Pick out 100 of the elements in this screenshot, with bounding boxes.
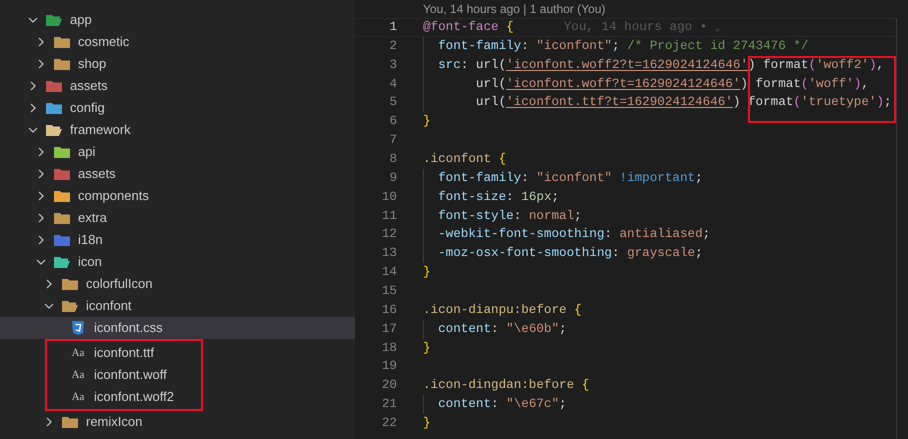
chevron-down-icon[interactable] (44, 301, 54, 311)
code-token: : (521, 170, 530, 187)
chevron-right-icon[interactable] (44, 279, 54, 289)
code-token: ( (800, 76, 808, 93)
code-token: ; (612, 38, 621, 55)
code-token: ; (559, 320, 567, 338)
line-number: 22 (380, 415, 397, 432)
tree-item[interactable]: Aa iconfont.ttf (47, 342, 201, 364)
tree-item-label: cosmetic (78, 33, 130, 52)
line-number: 20 (380, 377, 397, 394)
line-number: 7 (388, 132, 397, 150)
inline-blame: You, 14 hours ago • 。 (564, 18, 728, 36)
tree-item[interactable]: iconfont (0, 295, 355, 317)
code-token: : (604, 226, 613, 244)
font-file-icon: Aa (72, 370, 84, 380)
tree-item-label: iconfont.woff (94, 366, 167, 384)
code-token: { (505, 18, 514, 36)
code-token: , (876, 56, 884, 74)
code-token: "\e67c" (506, 396, 560, 414)
tree-item-label: i18n (78, 231, 103, 250)
code-token: font-size (438, 188, 506, 206)
line-number: 13 (380, 245, 397, 262)
code-token: ) (854, 76, 862, 93)
tree-item[interactable]: Aa iconfont.woff (47, 364, 201, 386)
chevron-down-icon[interactable] (36, 257, 46, 267)
code-token: } (423, 340, 431, 357)
tree-item-label: assets (70, 77, 108, 96)
line-number: 18 (380, 340, 397, 357)
code-token: : (491, 320, 500, 338)
tree-item-label: extra (78, 209, 107, 228)
chevron-down-icon[interactable] (28, 125, 38, 135)
line-number: 14 (380, 264, 397, 282)
chevron-right-icon[interactable] (44, 417, 54, 427)
tree-item[interactable]: remixIcon (0, 411, 355, 433)
chevron-right-icon[interactable] (36, 147, 46, 157)
chevron-right-icon[interactable] (36, 37, 46, 47)
tree-item-label: framework (70, 121, 131, 140)
code-token: content (438, 320, 492, 338)
line-number: 16 (380, 302, 397, 319)
tree-item[interactable]: assets (0, 163, 355, 185)
code-token: ( (808, 56, 816, 74)
line-number: 17 (380, 320, 397, 338)
tree-item[interactable]: cosmetic (0, 31, 355, 53)
code-token: ; (884, 94, 892, 112)
tree-item-label: iconfont.woff2 (94, 388, 174, 406)
code-token: @font-face (423, 18, 499, 36)
tree-item[interactable]: api (0, 141, 355, 163)
code-token: "iconfont" (536, 38, 612, 55)
line-number: 19 (380, 358, 397, 376)
code-token: 'iconfont.woff?t=1629024124646' (506, 76, 740, 93)
tree-item[interactable]: extra (0, 207, 355, 229)
code-token: -moz-osx-font-smoothing (438, 245, 612, 262)
code-token: src (438, 56, 461, 74)
tree-item[interactable]: assets (0, 75, 355, 97)
tree-item-label: iconfont (86, 297, 132, 316)
code-token: url( (476, 94, 506, 112)
line-number: 11 (380, 208, 397, 225)
line-number: 8 (388, 151, 397, 168)
code-token: ) (876, 94, 884, 112)
chevron-right-icon[interactable] (36, 235, 46, 245)
tree-item-label: config (70, 99, 105, 118)
code-token: url( (476, 76, 506, 93)
tree-item[interactable]: i18n (0, 229, 355, 251)
code-token: /* Project id 2743476 */ (627, 38, 808, 55)
line-number: 12 (380, 226, 397, 244)
css-file-icon (72, 321, 84, 335)
code-token: ) format (748, 56, 808, 74)
tree-item[interactable]: components (0, 185, 355, 207)
tree-item[interactable]: framework (0, 119, 355, 141)
line-number: 9 (388, 170, 397, 187)
tree-item[interactable]: config (0, 97, 355, 119)
code-token: : (514, 208, 522, 225)
font-file-icon: Aa (72, 348, 84, 358)
line-number: 10 (380, 188, 397, 206)
code-token: ; (574, 208, 582, 225)
tree-item[interactable]: Aa iconfont.woff2 (47, 386, 201, 408)
code-token: "\e60b" (506, 320, 560, 338)
code-token: 'woff' (808, 76, 854, 93)
blame-header[interactable]: You, 14 hours ago | 1 author (You) (423, 0, 606, 18)
code-token: 'truetype' (800, 94, 876, 112)
tree-item[interactable]: app (0, 9, 355, 31)
chevron-right-icon[interactable] (28, 103, 38, 113)
tree-item[interactable]: colorfulIcon (0, 273, 355, 295)
line-number: 5 (388, 94, 397, 112)
code-token: ; (552, 188, 560, 206)
chevron-down-icon[interactable] (28, 15, 38, 25)
code-token: "iconfont" (536, 170, 612, 187)
tree-item[interactable]: iconfont.css (0, 317, 355, 339)
tree-item[interactable]: shop (0, 53, 355, 75)
chevron-right-icon[interactable] (36, 191, 46, 201)
line-number: 3 (388, 56, 397, 74)
code-token: content (438, 396, 492, 414)
chevron-right-icon[interactable] (36, 169, 46, 179)
tree-item[interactable]: icon (0, 251, 355, 273)
code-token: 'iconfont.ttf?t=1629024124646' (506, 94, 733, 112)
chevron-right-icon[interactable] (28, 81, 38, 91)
tree-item-label: app (70, 11, 92, 30)
code-token: { (498, 151, 506, 168)
chevron-right-icon[interactable] (36, 59, 46, 69)
chevron-right-icon[interactable] (36, 213, 46, 223)
